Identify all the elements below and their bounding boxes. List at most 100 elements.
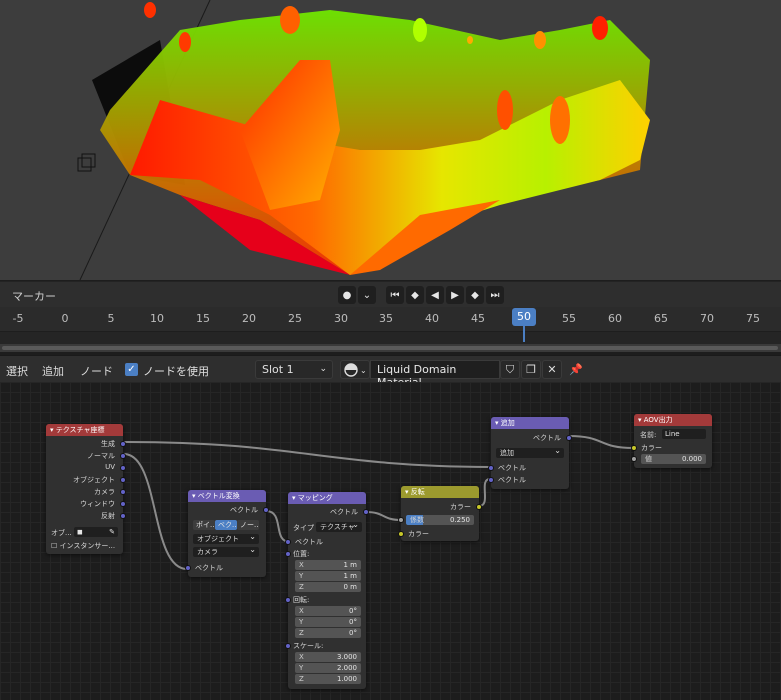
socket-vector-in[interactable] <box>185 565 191 571</box>
scale-y-field[interactable]: Y 2.000 <box>295 663 361 673</box>
vector-transform-node[interactable]: ▾ ベクトル変換 ベクトル ポイ... ベク... ノー... オブジェクト カ… <box>185 490 269 577</box>
socket-color-in[interactable] <box>398 531 404 537</box>
convert-from-dropdown[interactable]: オブジェクト <box>193 532 259 544</box>
socket-fac[interactable] <box>398 517 404 523</box>
menu-select[interactable]: 選択 <box>6 363 28 379</box>
node-title[interactable]: ▾ 追加 <box>491 417 569 429</box>
socket-vector-in-2[interactable] <box>488 477 494 483</box>
material-sphere-icon: ⌄ <box>344 363 367 377</box>
jump-end-icon[interactable]: ⏭ <box>486 286 504 304</box>
output-generated: 生成 <box>101 440 115 448</box>
play-icon[interactable]: ▶ <box>446 286 464 304</box>
chevron-down-icon[interactable]: ⌄ <box>358 286 376 304</box>
operation-dropdown[interactable]: 追加 <box>496 446 564 458</box>
slot-dropdown[interactable]: Slot 1 ⌄ <box>255 360 333 379</box>
use-nodes-checkbox[interactable]: ✓ <box>125 363 138 376</box>
jump-start-icon[interactable]: ⏮ <box>386 286 404 304</box>
texture-coordinate-node[interactable]: ▾ テクスチャ座標 生成 ノーマル UV オブジェクト カメラ ウィンドウ 反射… <box>46 424 126 554</box>
timeline-scrollbar[interactable] <box>0 344 781 352</box>
from-instancer-checkbox[interactable]: ☐ インスタンサー... <box>51 541 115 551</box>
socket-vector-in[interactable] <box>285 539 291 545</box>
output-camera: カメラ <box>94 488 115 496</box>
menu-node[interactable]: ノード <box>80 363 113 379</box>
next-keyframe-icon[interactable]: ◆ <box>466 286 484 304</box>
tab-point[interactable]: ポイ... <box>193 520 215 530</box>
timeline-ruler[interactable]: -5 0 5 10 15 20 25 30 35 40 45 55 60 65 … <box>0 307 781 331</box>
fac-field[interactable]: 係数 0.250 <box>406 515 474 525</box>
mapping-node[interactable]: ▾ マッピング ベクトル タイプ テクスチャ ベクトル 位置: X1 m Y1 … <box>285 492 369 689</box>
pin-icon[interactable]: 📌 <box>566 360 586 379</box>
rotation-x-field[interactable]: X 0° <box>295 606 361 616</box>
socket-window[interactable] <box>120 501 126 507</box>
node-title[interactable]: ▾ テクスチャ座標 <box>46 424 123 436</box>
invert-node[interactable]: ▾ 反転 カラー 係数 0.250 カラー <box>398 486 482 541</box>
socket-uv[interactable] <box>120 465 126 471</box>
socket-vector-out[interactable] <box>363 509 369 515</box>
tab-normal[interactable]: ノー... <box>237 520 259 530</box>
unlink-close-icon[interactable]: ✕ <box>542 360 562 379</box>
socket-location[interactable] <box>285 551 291 557</box>
socket-object[interactable] <box>120 477 126 483</box>
scale-z-field[interactable]: Z 1.000 <box>295 674 361 684</box>
frame-tick: 0 <box>61 312 69 325</box>
frame-tick: 70 <box>700 312 714 325</box>
marker-menu[interactable]: マーカー <box>12 288 56 304</box>
tab-vector[interactable]: ベク... <box>215 520 237 530</box>
socket-reflection[interactable] <box>120 513 126 519</box>
frame-tick: 75 <box>746 312 760 325</box>
location-y-field[interactable]: Y1 m <box>295 571 361 581</box>
value-field[interactable]: 値 0.000 <box>641 454 706 464</box>
socket-color-in[interactable] <box>631 445 637 451</box>
keyframe-record-icon[interactable]: ● <box>338 286 356 304</box>
socket-scale[interactable] <box>285 643 291 649</box>
node-title[interactable]: ▾ AOV出力 <box>634 414 712 426</box>
duplicate-material-icon[interactable]: ❐ <box>521 360 541 379</box>
3d-viewport[interactable] <box>0 0 781 280</box>
material-name-field[interactable]: Liquid Domain Material <box>370 360 500 389</box>
rotation-y-field[interactable]: Y 0° <box>295 617 361 627</box>
aov-output-node[interactable]: ▾ AOV出力 名前: Line カラー 値 0.000 <box>631 414 712 468</box>
vector-math-add-node[interactable]: ▾ 追加 ベクトル 追加 ベクトル ベクトル <box>488 417 572 489</box>
output-vector: ベクトル <box>533 434 561 442</box>
slot-value: Slot 1 <box>262 363 294 376</box>
node-title[interactable]: ▾ 反転 <box>401 486 479 498</box>
frame-tick: 25 <box>288 312 302 325</box>
object-label: オブ... <box>51 529 72 537</box>
socket-value-in[interactable] <box>631 456 637 462</box>
object-picker-field[interactable]: ◼ ✎ <box>74 527 118 537</box>
socket-vector-in-1[interactable] <box>488 465 494 471</box>
prev-keyframe-icon[interactable]: ◆ <box>406 286 424 304</box>
socket-generated[interactable] <box>120 441 126 447</box>
material-browse-button[interactable]: ⌄ <box>340 360 370 379</box>
frame-tick: 35 <box>379 312 393 325</box>
rotation-label: 回転: <box>293 596 310 604</box>
play-reverse-icon[interactable]: ◀ <box>426 286 444 304</box>
node-title[interactable]: ▾ マッピング <box>288 492 366 504</box>
socket-normal[interactable] <box>120 453 126 459</box>
frame-tick: 40 <box>425 312 439 325</box>
socket-color-out[interactable] <box>476 504 482 510</box>
type-dropdown[interactable]: テクスチャ <box>316 520 362 532</box>
scale-x-field[interactable]: X 3.000 <box>295 652 361 662</box>
color-in-label: カラー <box>408 530 429 538</box>
node-canvas[interactable]: ▾ テクスチャ座標 生成 ノーマル UV オブジェクト カメラ ウィンドウ 反射… <box>0 382 781 700</box>
socket-rotation[interactable] <box>285 597 291 603</box>
fake-user-shield-icon[interactable]: ⛉ <box>500 360 520 379</box>
socket-camera[interactable] <box>120 489 126 495</box>
frame-tick: -5 <box>12 312 24 325</box>
menu-add[interactable]: 追加 <box>42 363 64 379</box>
rotation-z-field[interactable]: Z 0° <box>295 628 361 638</box>
svg-text:⌄: ⌄ <box>360 366 367 375</box>
timeline-track[interactable] <box>0 331 781 344</box>
current-frame-indicator[interactable]: 50 <box>512 308 536 326</box>
location-x-field[interactable]: X1 m <box>295 560 361 570</box>
location-z-field[interactable]: Z0 m <box>295 582 361 592</box>
node-editor-header: 選択 追加 ノード ✓ ノードを使用 Slot 1 ⌄ ⌄ Liquid Doma… <box>0 355 781 389</box>
socket-vector-out[interactable] <box>263 507 269 513</box>
socket-vector-out[interactable] <box>566 435 572 441</box>
node-title[interactable]: ▾ ベクトル変換 <box>188 490 266 502</box>
convert-to-dropdown[interactable]: カメラ <box>193 545 259 557</box>
frame-tick: 20 <box>242 312 256 325</box>
aov-name-field[interactable]: Line <box>662 429 706 439</box>
liquid-simulation-render <box>77 0 650 280</box>
